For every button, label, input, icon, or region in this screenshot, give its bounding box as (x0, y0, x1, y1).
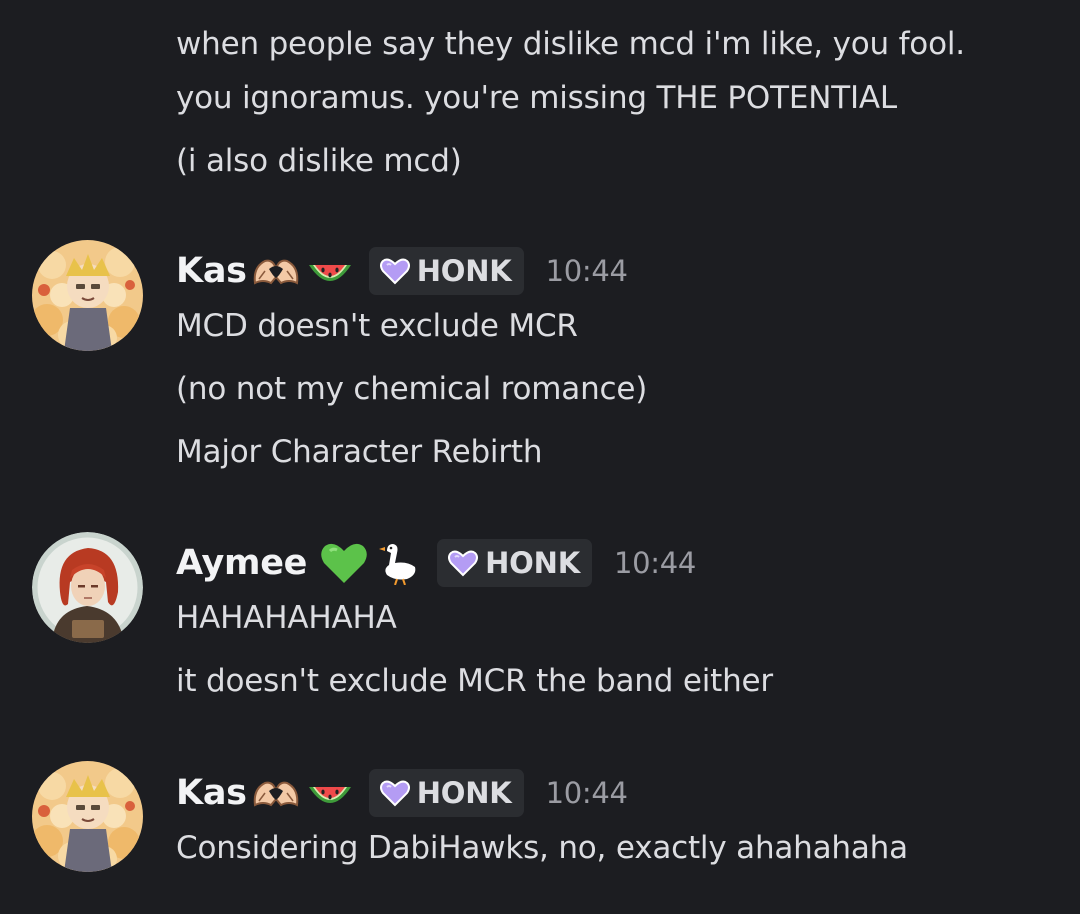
timestamp[interactable]: 10:44 (546, 254, 628, 288)
message-header: Aymee HONK 10:44 (176, 538, 696, 588)
username[interactable]: Aymee (176, 543, 307, 583)
message-line: Considering DabiHawks, no, exactly ahaha… (176, 830, 908, 866)
timestamp[interactable]: 10:44 (614, 546, 696, 580)
purple-heart-icon (448, 550, 479, 577)
message-header: Kas HONK 10:44 (176, 768, 628, 818)
message-line: (i also dislike mcd) (176, 143, 462, 179)
message-line: HAHAHAHAHA (176, 600, 397, 636)
avatar[interactable] (32, 761, 143, 872)
role-tag[interactable]: HONK (368, 769, 524, 817)
role-label: HONK (416, 254, 512, 288)
timestamp[interactable]: 10:44 (546, 776, 628, 810)
message-line: MCD doesn't exclude MCR (176, 308, 578, 344)
green-heart-emoji (319, 541, 369, 585)
username[interactable]: Kas (176, 251, 247, 291)
goose-emoji (373, 541, 423, 585)
message-line: when people say they dislike mcd i'm lik… (176, 26, 965, 62)
watermelon-emoji (305, 249, 355, 293)
message-line: (no not my chemical romance) (176, 371, 648, 407)
username[interactable]: Kas (176, 773, 247, 813)
role-label: HONK (416, 776, 512, 810)
watermelon-emoji (305, 771, 355, 815)
message-line: it doesn't exclude MCR the band either (176, 663, 773, 699)
heart-hands-emoji (251, 771, 301, 815)
role-tag[interactable]: HONK (437, 539, 592, 587)
message-line: Major Character Rebirth (176, 434, 543, 470)
role-label: HONK (485, 546, 580, 580)
role-tag[interactable]: HONK (368, 247, 524, 295)
message-line: you ignoramus. you're missing THE POTENT… (176, 80, 897, 116)
message-header: Kas HONK 10:44 (176, 246, 628, 296)
avatar[interactable] (32, 240, 143, 351)
purple-heart-icon (379, 258, 410, 285)
chat-log: when people say they dislike mcd i'm lik… (0, 0, 1080, 914)
avatar[interactable] (32, 532, 143, 643)
heart-hands-emoji (251, 249, 301, 293)
purple-heart-icon (379, 780, 410, 807)
